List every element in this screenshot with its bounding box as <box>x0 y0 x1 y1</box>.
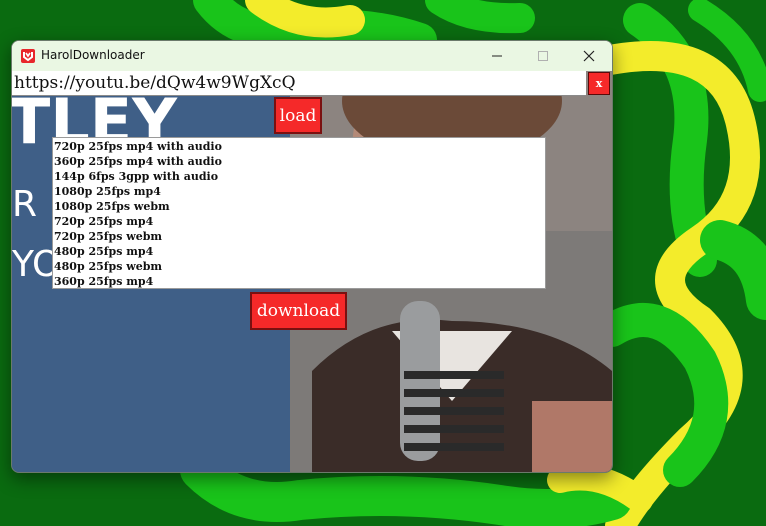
format-option[interactable]: 360p 25fps mp4 <box>53 274 545 288</box>
svg-text:R: R <box>12 184 37 225</box>
close-button[interactable] <box>566 41 612 71</box>
minimize-button[interactable] <box>474 41 520 71</box>
close-icon <box>583 50 595 62</box>
format-option[interactable]: 720p 25fps webm <box>53 229 545 244</box>
format-list[interactable]: 720p 25fps mp4 with audio 360p 25fps mp4… <box>52 137 546 289</box>
format-option[interactable]: 1080p 25fps webm <box>53 199 545 214</box>
format-option[interactable]: 480p 25fps webm <box>53 259 545 274</box>
format-option[interactable]: 720p 25fps mp4 <box>53 214 545 229</box>
maximize-icon <box>538 51 548 61</box>
format-option[interactable]: 480p 25fps mp4 <box>53 244 545 259</box>
download-button[interactable]: download <box>250 292 347 330</box>
window-title: HarolDownloader <box>41 48 145 62</box>
app-window: HarolDownloader TLEY R YO https://youtu.… <box>11 40 613 473</box>
url-input[interactable] <box>12 71 586 96</box>
title-bar[interactable]: HarolDownloader <box>12 41 612 71</box>
minimize-icon <box>492 55 502 57</box>
format-option[interactable]: 360p 25fps mp4 with audio <box>53 154 545 169</box>
maximize-button[interactable] <box>520 41 566 71</box>
downloader-app-icon <box>21 49 35 63</box>
format-option[interactable]: 144p 6fps 3gpp with audio <box>53 169 545 184</box>
format-option[interactable]: 1080p 25fps mp4 <box>53 184 545 199</box>
app-content: TLEY R YO x load 720p 25fps mp4 with aud… <box>12 71 612 472</box>
format-option[interactable]: 720p 25fps mp4 with audio <box>53 139 545 154</box>
clear-url-button[interactable]: x <box>588 72 610 95</box>
load-button[interactable]: load <box>274 97 322 134</box>
